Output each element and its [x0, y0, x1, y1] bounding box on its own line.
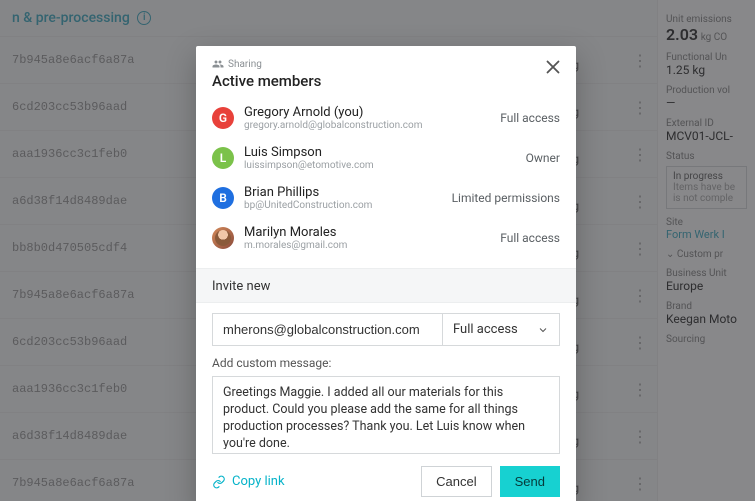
member-name: Gregory Arnold (you)	[244, 105, 492, 120]
invite-section-label: Invite new	[196, 268, 576, 303]
invite-email-input[interactable]	[212, 313, 442, 346]
member-row: G Gregory Arnold (you)gregory.arnold@glob…	[212, 98, 560, 138]
custom-message-textarea[interactable]	[213, 377, 559, 449]
member-row: Marilyn Moralesm.morales@gmail.com Full a…	[212, 218, 560, 258]
link-icon	[212, 475, 226, 489]
member-email: bp@UnitedConstruction.com	[244, 200, 444, 211]
cancel-button[interactable]: Cancel	[421, 466, 491, 497]
member-email: luissimpson@etomotive.com	[244, 160, 518, 171]
member-role: Owner	[526, 151, 560, 165]
avatar: G	[212, 107, 234, 129]
member-email: gregory.arnold@globalconstruction.com	[244, 120, 492, 131]
avatar: L	[212, 147, 234, 169]
members-list: G Gregory Arnold (you)gregory.arnold@glob…	[196, 94, 576, 268]
invite-permission-select[interactable]: Full access	[442, 313, 560, 346]
copy-link-button[interactable]: Copy link	[212, 474, 285, 489]
sharing-modal: Sharing Active members G Gregory Arnold (…	[196, 46, 576, 501]
member-name: Luis Simpson	[244, 145, 518, 160]
people-icon	[212, 58, 224, 70]
close-icon	[542, 56, 564, 78]
modal-title: Active members	[212, 72, 560, 90]
member-email: m.morales@gmail.com	[244, 240, 492, 251]
avatar: B	[212, 187, 234, 209]
member-row: B Brian Phillipsbp@UnitedConstruction.com…	[212, 178, 560, 218]
send-button[interactable]: Send	[500, 466, 560, 497]
member-name: Marilyn Morales	[244, 225, 492, 240]
member-name: Brian Phillips	[244, 185, 444, 200]
member-role: Limited permissions	[452, 191, 560, 205]
close-button[interactable]	[542, 56, 564, 78]
avatar	[212, 227, 234, 249]
custom-message-label: Add custom message:	[196, 346, 576, 376]
member-row: L Luis Simpsonluissimpson@etomotive.com Ow…	[212, 138, 560, 178]
chevron-down-icon	[537, 324, 549, 336]
modal-eyebrow: Sharing	[212, 58, 560, 70]
member-role: Full access	[500, 111, 560, 125]
member-role: Full access	[500, 231, 560, 245]
